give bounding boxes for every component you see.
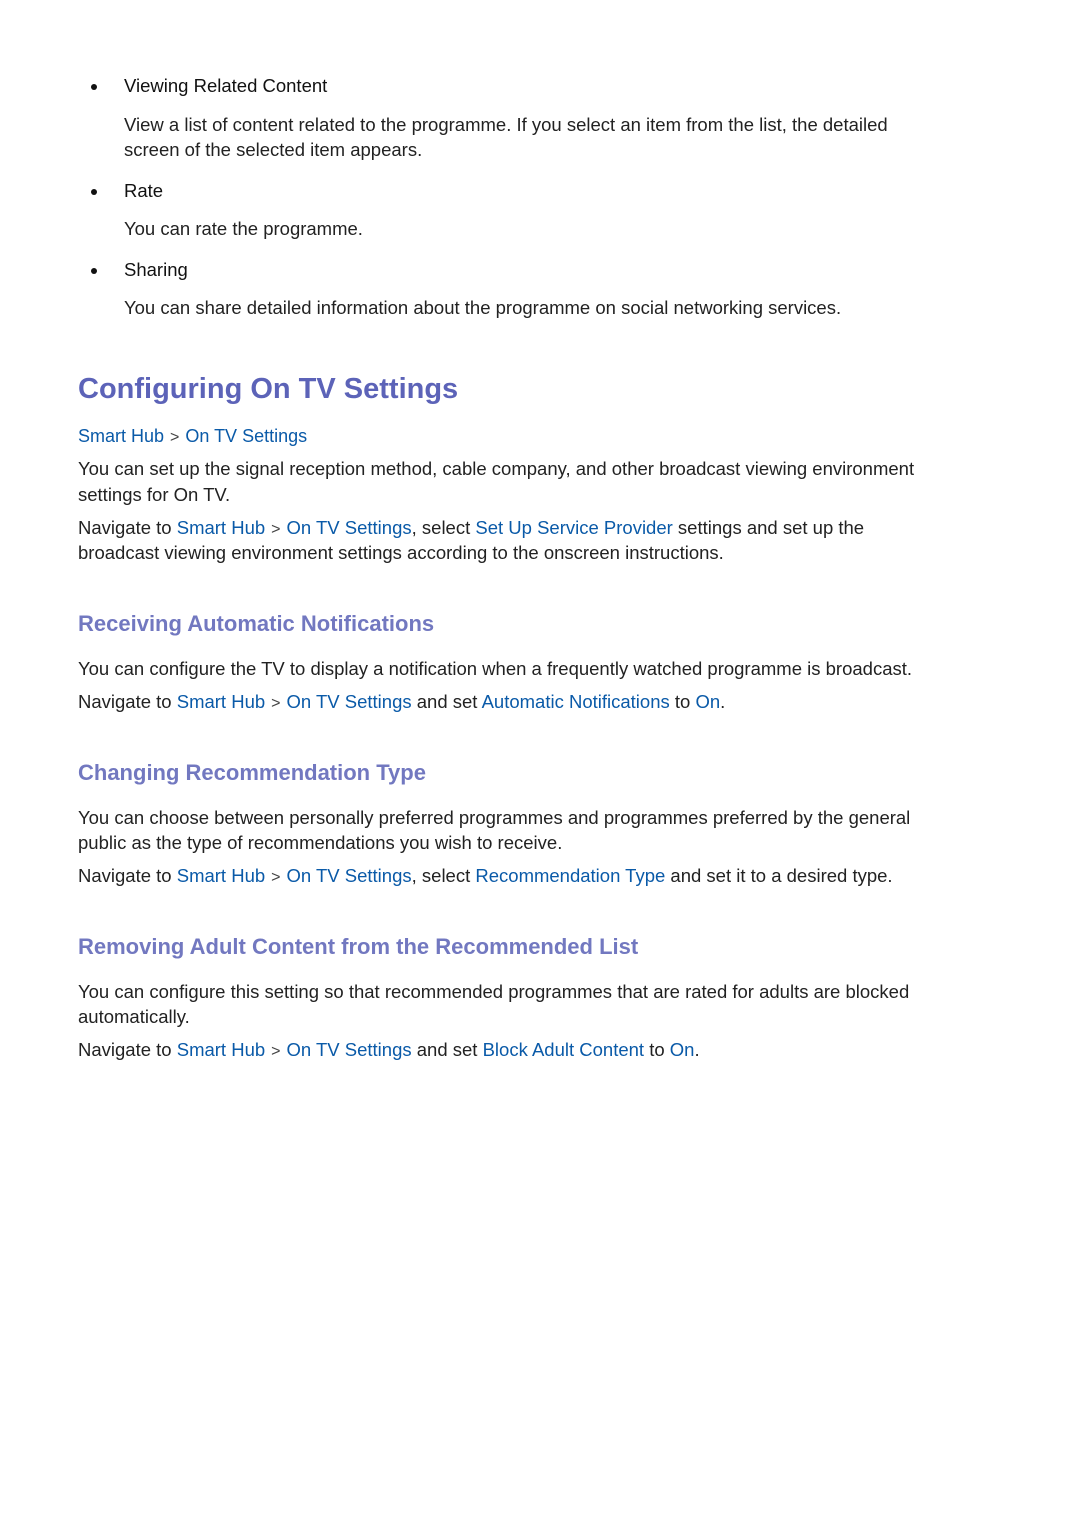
bullet-body: You can rate the programme.: [124, 218, 363, 239]
section-intro: settings for On TV.: [78, 484, 231, 505]
section-intro: You can set up the signal reception meth…: [78, 458, 915, 479]
bullet-sharing: Sharing: [78, 257, 188, 283]
link-on-tv-settings[interactable]: On TV Settings: [287, 517, 412, 538]
bullet-body: View a list of content related to the pr…: [124, 114, 888, 135]
link-on-tv-settings[interactable]: On TV Settings: [287, 1039, 412, 1060]
subsection-body: public as the type of recommendations yo…: [78, 832, 563, 853]
link-automatic-notifications[interactable]: Automatic Notifications: [482, 691, 670, 712]
link-smart-hub[interactable]: Smart Hub: [177, 1039, 265, 1060]
link-smart-hub[interactable]: Smart Hub: [177, 517, 265, 538]
bullet-title: Viewing Related Content: [124, 75, 328, 96]
subsection-body: You can configure this setting so that r…: [78, 981, 910, 1002]
chevron-right-icon: >: [271, 695, 281, 712]
nav-instruction-cont: broadcast viewing environment settings a…: [78, 542, 724, 563]
bullet-dot-icon: [91, 268, 97, 274]
bullet-body: screen of the selected item appears.: [124, 139, 423, 160]
subsection-title: Removing Adult Content from the Recommen…: [78, 934, 639, 959]
bullet-dot-icon: [91, 189, 97, 195]
breadcrumb: Smart Hub > On TV Settings: [78, 424, 307, 450]
link-set-up-service-provider[interactable]: Set Up Service Provider: [475, 517, 672, 538]
bullet-body: You can share detailed information about…: [124, 297, 842, 318]
link-recommendation-type[interactable]: Recommendation Type: [475, 865, 665, 886]
link-smart-hub[interactable]: Smart Hub: [177, 865, 265, 886]
subsection-title: Receiving Automatic Notifications: [78, 611, 435, 636]
nav-instruction: Navigate to Smart Hub > On TV Settings, se…: [78, 865, 893, 886]
link-on-tv-settings[interactable]: On TV Settings: [287, 865, 412, 886]
subsection-body: automatically.: [78, 1006, 190, 1027]
breadcrumb-smart-hub[interactable]: Smart Hub: [78, 426, 164, 446]
subsection-title: Changing Recommendation Type: [78, 760, 426, 785]
nav-instruction: Navigate to Smart Hub > On TV Settings, se…: [78, 517, 865, 538]
nav-instruction: Navigate to Smart Hub > On TV Settings and…: [78, 1039, 700, 1060]
subsection-body: You can configure the TV to display a no…: [78, 658, 913, 679]
chevron-right-icon: >: [271, 521, 281, 538]
bullet-title: Rate: [124, 180, 164, 201]
nav-instruction: Navigate to Smart Hub > On TV Settings and…: [78, 691, 726, 712]
breadcrumb-on-tv-settings[interactable]: On TV Settings: [185, 426, 307, 446]
chevron-right-icon: >: [271, 1043, 281, 1060]
chevron-right-icon: >: [170, 429, 180, 446]
bullet-title: Sharing: [124, 259, 188, 280]
chevron-right-icon: >: [271, 869, 281, 886]
value-on[interactable]: On: [670, 1039, 695, 1060]
link-on-tv-settings[interactable]: On TV Settings: [287, 691, 412, 712]
bullet-rate: Rate: [78, 178, 163, 204]
section-title: Configuring On TV Settings: [78, 373, 459, 405]
subsection-body: You can choose between personally prefer…: [78, 807, 911, 828]
bullet-dot-icon: [91, 84, 97, 90]
link-block-adult-content[interactable]: Block Adult Content: [483, 1039, 644, 1060]
link-smart-hub[interactable]: Smart Hub: [177, 691, 265, 712]
value-on[interactable]: On: [695, 691, 720, 712]
bullet-viewing-related-content: Viewing Related Content: [78, 73, 327, 99]
